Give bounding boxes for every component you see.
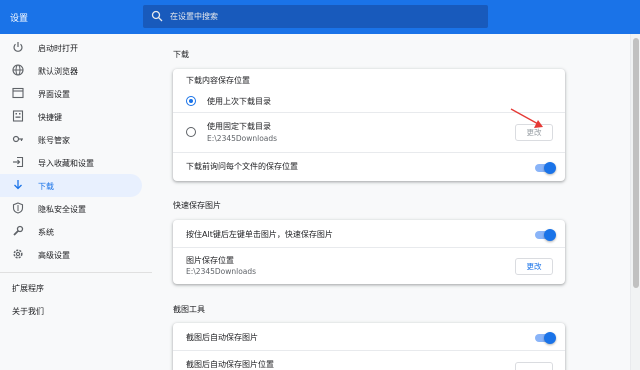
scrollbar[interactable] [630, 34, 640, 370]
radio-fixed-directory[interactable] [186, 127, 196, 137]
window-icon [12, 87, 24, 99]
sidebar: 启动时打开 默认浏览器 界面设置 快捷键 账号管家 导入收藏和设置 下载 隐私安… [0, 34, 152, 370]
option-last-directory-label: 使用上次下载目录 [207, 97, 271, 106]
sidebar-divider [0, 272, 152, 273]
image-location-path: E:\2345Downloads [186, 267, 257, 276]
key-icon [12, 135, 23, 143]
alt-click-label: 按住Alt键后左键单击图片，快速保存图片 [186, 230, 333, 239]
download-section-title: 下载 [173, 50, 189, 59]
import-icon [13, 156, 24, 168]
row-divider [173, 350, 565, 351]
sidebar-item-label: 账号管家 [38, 136, 70, 145]
image-location-label: 图片保存位置 [186, 256, 234, 265]
alt-click-toggle[interactable] [535, 228, 556, 241]
row-divider [173, 247, 565, 248]
scrollbar-thumb[interactable] [633, 38, 639, 288]
option-fixed-directory-label: 使用固定下载目录 [207, 122, 271, 131]
ask-each-toggle[interactable] [535, 161, 556, 174]
row-divider [173, 152, 565, 153]
globe-icon [12, 64, 24, 76]
sidebar-item-label: 下载 [38, 182, 54, 191]
sidebar-item-shortcuts[interactable]: 快捷键 [0, 105, 142, 128]
download-card: 下载内容保存位置 使用上次下载目录 使用固定下载目录 E:\2345Downlo… [173, 69, 565, 181]
sidebar-item-label: 导入收藏和设置 [38, 159, 94, 168]
sidebar-item-label: 系统 [38, 228, 54, 237]
change-image-dir-button[interactable]: 更改 [515, 258, 553, 275]
auto-save-toggle[interactable] [535, 331, 556, 344]
sidebar-item-privacy[interactable]: 隐私安全设置 [0, 197, 142, 220]
sidebar-item-default-browser[interactable]: 默认浏览器 [0, 59, 142, 82]
search-placeholder: 在设置中搜索 [170, 12, 218, 21]
row-divider [173, 112, 565, 113]
fixed-directory-path: E:\2345Downloads [207, 134, 278, 143]
sidebar-item-advanced[interactable]: 高级设置 [0, 243, 142, 266]
header-bar: 设置 在设置中搜索 [0, 0, 640, 34]
auto-save-label: 截图后自动保存图片 [186, 333, 258, 342]
annotation-arrow-icon [510, 108, 543, 128]
screenshot-card: 截图后自动保存图片 截图后自动保存图片位置 [173, 323, 565, 370]
shield-icon [12, 202, 24, 214]
sidebar-item-label: 隐私安全设置 [38, 205, 86, 214]
toggle-knob [544, 161, 556, 174]
auto-save-location-label: 截图后自动保存图片位置 [186, 360, 274, 369]
extensions-link[interactable]: 扩展程序 [12, 283, 44, 294]
search-input[interactable]: 在设置中搜索 [143, 5, 488, 28]
app-title: 设置 [10, 14, 29, 24]
sidebar-item-label: 启动时打开 [38, 44, 78, 53]
power-icon [13, 42, 23, 52]
gear-icon [13, 249, 23, 259]
sidebar-item-label: 快捷键 [38, 113, 62, 122]
screenshot-section-title: 截图工具 [173, 305, 205, 314]
quick-save-section-title: 快速保存图片 [173, 201, 221, 210]
quick-save-card: 按住Alt键后左键单击图片，快速保存图片 图片保存位置 E:\2345Downl… [173, 220, 565, 284]
about-link[interactable]: 关于我们 [12, 306, 44, 317]
sidebar-item-label: 高级设置 [38, 251, 70, 260]
sidebar-item-startup[interactable]: 启动时打开 [0, 36, 142, 59]
sidebar-item-label: 默认浏览器 [38, 67, 78, 76]
ask-each-label: 下载前询问每个文件的保存位置 [186, 162, 298, 171]
sidebar-item-import[interactable]: 导入收藏和设置 [0, 151, 142, 174]
keyboard-icon [12, 110, 24, 122]
sidebar-item-appearance[interactable]: 界面设置 [0, 82, 142, 105]
toggle-knob [544, 228, 556, 241]
sidebar-item-download[interactable]: 下载 [0, 174, 142, 197]
download-icon [14, 180, 22, 190]
sidebar-item-label: 界面设置 [38, 90, 70, 99]
sidebar-item-system[interactable]: 系统 [0, 220, 142, 243]
radio-last-directory[interactable] [186, 96, 196, 106]
search-icon [151, 10, 163, 22]
change-screenshot-dir-button[interactable] [515, 362, 553, 370]
wrench-icon [13, 225, 24, 236]
location-title: 下载内容保存位置 [186, 76, 250, 85]
sidebar-item-accounts[interactable]: 账号管家 [0, 128, 142, 151]
toggle-knob [544, 331, 556, 344]
